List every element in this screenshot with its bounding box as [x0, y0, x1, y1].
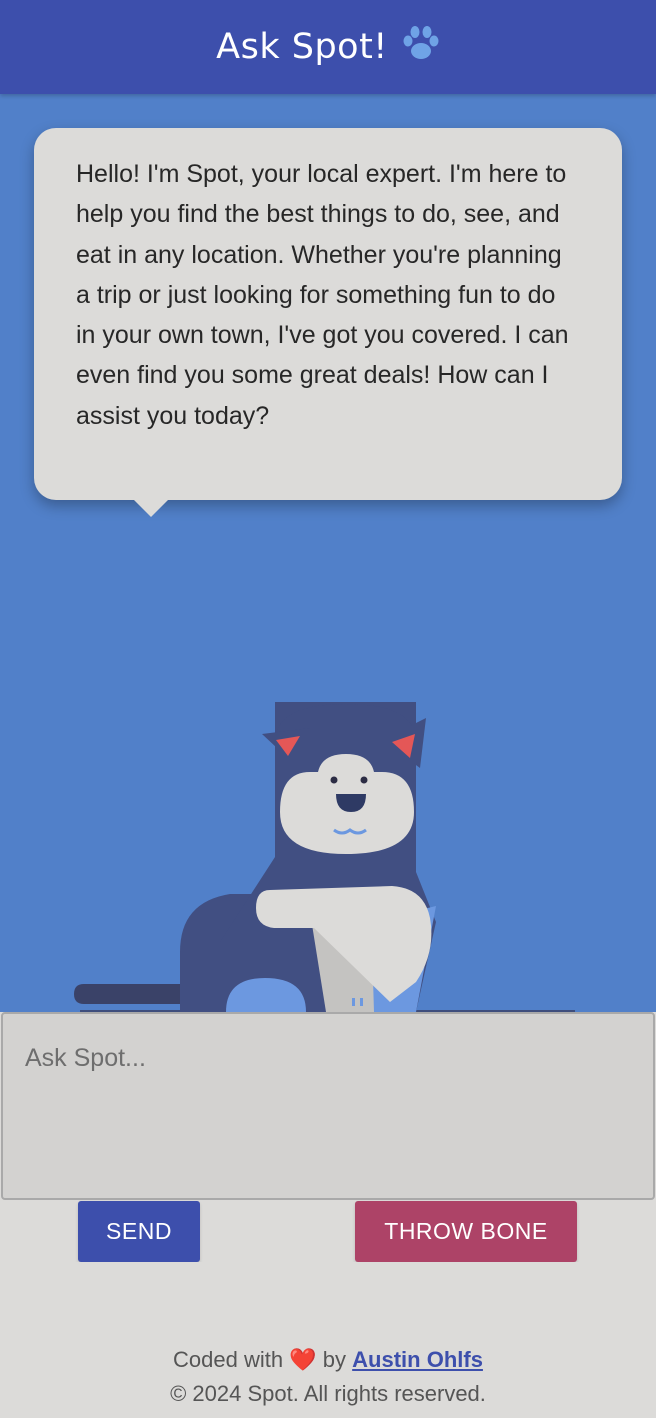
heart-icon: ❤️ — [289, 1347, 317, 1372]
chat-stage: Hello! I'm Spot, your local expert. I'm … — [0, 94, 656, 1012]
author-link[interactable]: Austin Ohlfs — [352, 1347, 483, 1372]
by-text: by — [322, 1347, 347, 1372]
ask-input[interactable] — [1, 1012, 655, 1200]
paw-icon — [403, 26, 439, 59]
spot-dog-illustration[interactable] — [70, 622, 580, 1012]
footer-credit: Coded with ❤️ by Austin Ohlfs — [0, 1346, 656, 1374]
dog-foot-mark — [360, 998, 363, 1006]
throw-bone-button[interactable]: THROW BONE — [355, 1201, 577, 1262]
input-area: SEND THROW BONE — [0, 1012, 656, 1262]
speech-bubble: Hello! I'm Spot, your local expert. I'm … — [34, 128, 622, 517]
dog-foot-mark — [352, 998, 355, 1006]
send-button[interactable]: SEND — [78, 1201, 200, 1262]
spot-message: Hello! I'm Spot, your local expert. I'm … — [76, 160, 569, 430]
speech-bubble-tail — [134, 500, 168, 517]
page-title: Ask Spot! — [216, 27, 388, 67]
dog-right-eye — [360, 776, 368, 784]
coded-with-text: Coded with — [173, 1347, 284, 1372]
copyright-text: © 2024 Spot. All rights reserved. — [170, 1381, 486, 1406]
app-header: Ask Spot! — [0, 0, 656, 94]
footer: Coded with ❤️ by Austin Ohlfs © 2024 Spo… — [0, 1262, 656, 1418]
dog-left-eye — [330, 776, 338, 784]
